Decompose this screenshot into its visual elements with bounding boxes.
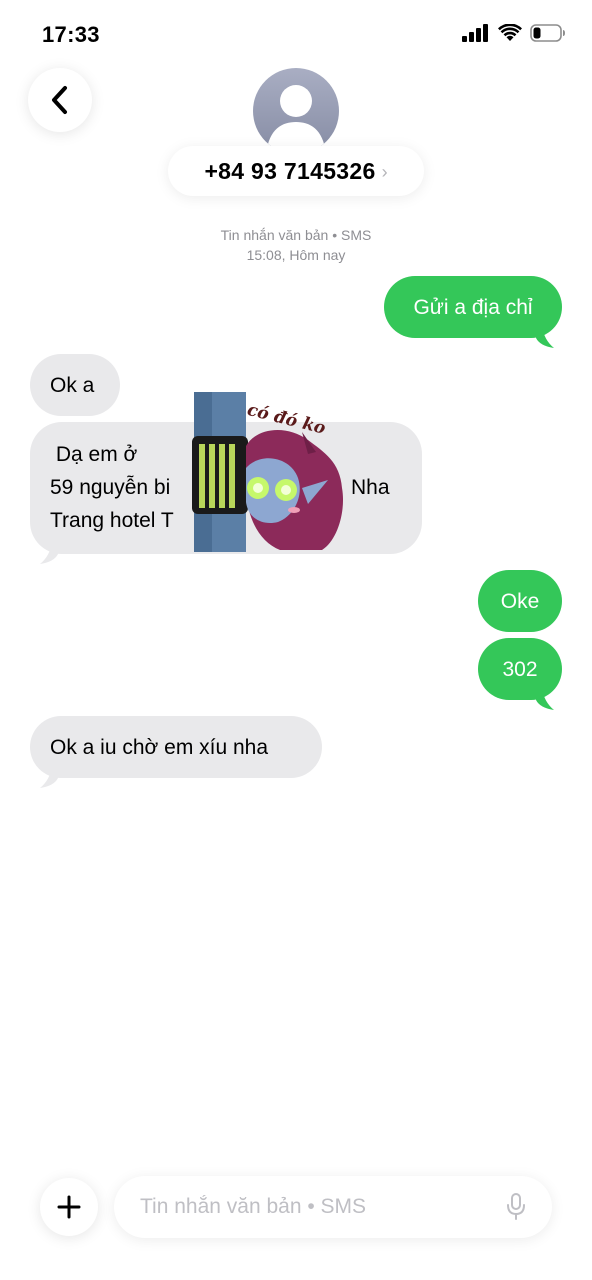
microphone-icon[interactable] bbox=[504, 1192, 528, 1222]
contact-number: +84 93 7145326 bbox=[204, 157, 376, 184]
message-text: Gửi a địa chỉ bbox=[413, 295, 533, 319]
chevron-left-icon bbox=[52, 86, 67, 114]
message-input[interactable] bbox=[138, 1194, 504, 1220]
bubble-tail bbox=[536, 326, 554, 348]
message-line-trailing: Nha bbox=[351, 476, 390, 499]
peeking-character-sticker[interactable]: có đó ko bbox=[190, 392, 356, 552]
add-attachment-button[interactable] bbox=[40, 1178, 98, 1236]
chevron-right-icon: › bbox=[381, 161, 388, 182]
message-bubble-outgoing[interactable]: Oke bbox=[478, 570, 562, 632]
status-icons bbox=[462, 24, 566, 42]
person-silhouette-icon bbox=[267, 85, 325, 148]
service-label: Tin nhắn văn bản • SMS bbox=[220, 227, 372, 243]
message-text: Ok a bbox=[50, 373, 95, 397]
wifi-icon bbox=[498, 24, 522, 41]
cellular-signal-icon bbox=[462, 24, 488, 42]
contact-name-button[interactable]: +84 93 7145326 › bbox=[168, 146, 424, 196]
messages-screen: 17:33 +84 93 7145326 › Tin nhắn văn bản … bbox=[0, 0, 592, 1280]
message-text: Oke bbox=[500, 589, 540, 613]
bubble-tail bbox=[40, 766, 58, 788]
message-bubble-incoming[interactable]: Ok a bbox=[30, 354, 120, 416]
battery-icon bbox=[530, 24, 565, 42]
message-input-container[interactable] bbox=[114, 1176, 552, 1238]
message-text: 302 bbox=[502, 657, 538, 681]
plus-icon bbox=[57, 1195, 81, 1219]
status-time: 17:33 bbox=[42, 22, 100, 47]
bubble-tail bbox=[536, 688, 554, 710]
bubble-tail bbox=[40, 542, 58, 564]
conversation-timestamp: 15:08, Hôm nay bbox=[246, 247, 346, 263]
message-bubble-incoming[interactable]: Ok a iu chờ em xíu nha bbox=[30, 716, 322, 778]
message-text: Ok a iu chờ em xíu nha bbox=[50, 735, 269, 759]
back-button[interactable] bbox=[28, 68, 92, 132]
contact-avatar[interactable] bbox=[253, 68, 339, 154]
